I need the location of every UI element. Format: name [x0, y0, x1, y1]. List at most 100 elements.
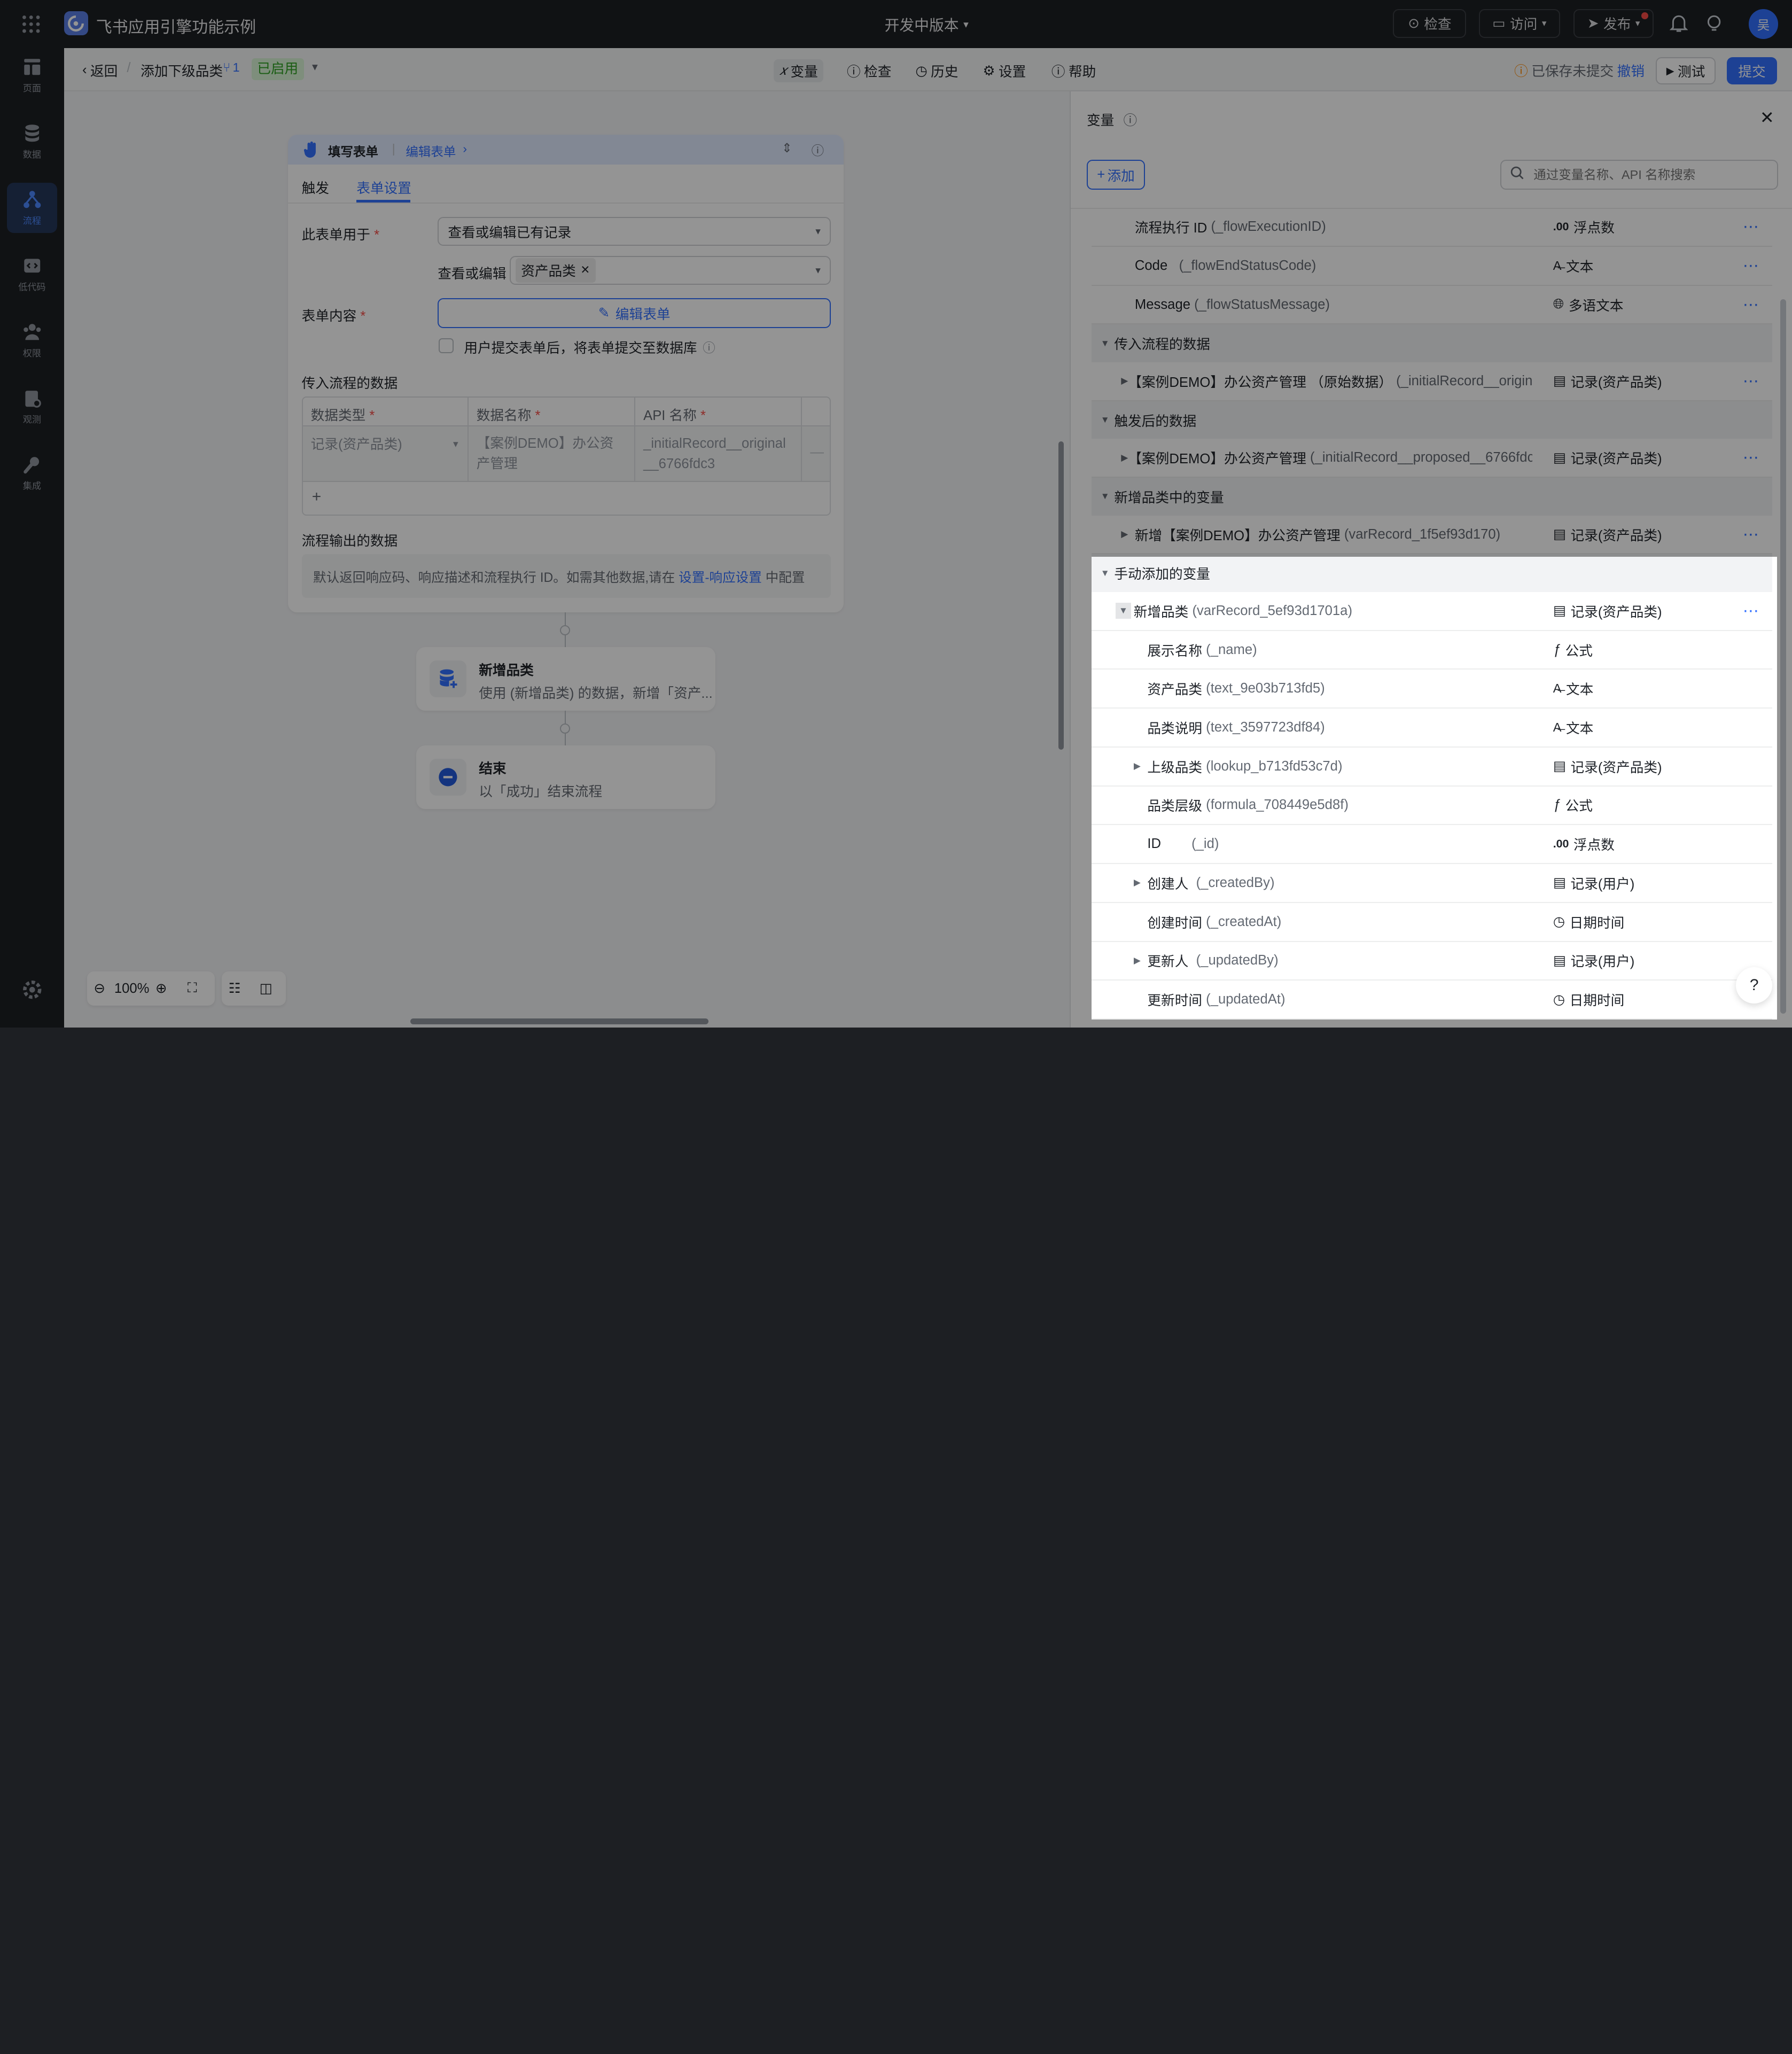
variable-child-row[interactable]: 更新时间 (_updatedAt) ◷ 日期时间	[1091, 981, 1773, 1020]
monitor-icon: ▭	[1492, 15, 1506, 31]
help-circle-icon[interactable]: ⓘ	[812, 141, 824, 159]
more-icon[interactable]: ⋯	[1743, 602, 1760, 620]
tab-form-settings[interactable]: 表单设置	[356, 177, 411, 197]
close-icon[interactable]: ✕	[580, 263, 590, 277]
float-icon: .00	[1553, 220, 1569, 234]
version-badge[interactable]: ⑂ 1	[223, 60, 239, 75]
variable-row[interactable]: ▶ 【案例DEMO】办公资产管理 （原始数据） (_initialRecord__…	[1091, 362, 1773, 401]
variable-child-row[interactable]: 品类说明 (text_3597723df84) A̶ 文本	[1091, 709, 1773, 748]
visit-button[interactable]: ▭ 访问 ▾	[1478, 9, 1560, 38]
variable-search[interactable]	[1500, 160, 1779, 190]
add-row-button[interactable]: +	[312, 488, 321, 506]
more-icon[interactable]: ⋯	[1743, 256, 1760, 275]
text-type-icon: A̶	[1553, 681, 1562, 696]
add-variable-button[interactable]: + 添加	[1087, 160, 1146, 190]
tool-history[interactable]: ◷ 历史	[915, 59, 958, 82]
variable-row[interactable]: 流程执行 ID (_flowExecutionID) .00 浮点数 ⋯	[1091, 208, 1773, 247]
more-icon[interactable]: ⋯	[1743, 217, 1760, 236]
more-icon[interactable]: ⋯	[1743, 372, 1760, 391]
connector-dot[interactable]	[560, 625, 571, 636]
zoom-in-icon[interactable]: ⊕	[155, 981, 167, 997]
warning-circle-icon: ⓘ	[1514, 64, 1528, 80]
variable-row[interactable]: ▼ 新增品类 (varRecord_5ef93d1701a) ▤ 记录(资产品类) …	[1091, 592, 1773, 631]
floating-help-button[interactable]: ?	[1735, 967, 1773, 1004]
test-button[interactable]: ▶ 测试	[1656, 57, 1716, 85]
tool-help[interactable]: ⓘ 帮助	[1051, 59, 1096, 82]
group-trigger-data[interactable]: ▼ 触发后的数据	[1091, 401, 1773, 439]
variable-row[interactable]: ▶ 新增【案例DEMO】办公资产管理 (varRecord_1f5ef93d170…	[1091, 516, 1773, 555]
more-icon[interactable]: ⋯	[1743, 295, 1760, 314]
flow-toolbar: ‹ 返回 / 添加下级品类 ⑂ 1 已启用 ▾ 𝑥 变量 ⓘ 检查 ◷ 历史 ⚙ 设置 ⓘ 帮…	[64, 48, 1792, 92]
submit-button[interactable]: 提交	[1727, 57, 1778, 85]
variable-child-row[interactable]: ▶ 更新人 (_updatedBy) ▤ 记录(用户)	[1091, 942, 1773, 981]
close-icon[interactable]: ✕	[1760, 107, 1774, 128]
publish-button[interactable]: ➤ 发布 ▾	[1573, 9, 1654, 38]
nav-item-monitor[interactable]: 观测	[7, 382, 57, 432]
nav-item-flow[interactable]: 流程	[6, 183, 57, 234]
auto-layout-icon[interactable]: ☷	[229, 981, 241, 997]
remove-row-icon[interactable]: —	[802, 426, 830, 483]
zoom-out-icon[interactable]: ⊖	[94, 981, 105, 997]
edit-form-link[interactable]: 编辑表单 ›	[406, 142, 467, 160]
flow-canvas[interactable]: 填写表单 | 编辑表单 › ⇕ ⓘ 触发 表单设置 此表单用于 * 查看或编辑已有…	[64, 91, 1070, 1028]
variable-row[interactable]: Code (_flowEndStatusCode) A̶ 文本 ⋯	[1091, 247, 1773, 286]
edit-form-button[interactable]: ✎ 编辑表单	[438, 298, 831, 328]
node-create-category[interactable]: 新增品类 使用 (新增品类) 的数据，新增「资产...	[416, 647, 715, 711]
tab-trigger[interactable]: 触发	[302, 177, 329, 197]
status-badge: 已启用	[251, 58, 304, 80]
search-input[interactable]	[1533, 167, 1763, 182]
caret-down-icon[interactable]: ▼	[1115, 603, 1132, 619]
undo-button[interactable]: 撤销	[1617, 60, 1645, 80]
variable-child-row[interactable]: 品类层级 (formula_708449e5d8f) ƒ 公式	[1091, 787, 1773, 826]
variable-child-row[interactable]: ID (_id) .00 浮点数	[1091, 825, 1773, 865]
variable-row[interactable]: ▶ 【案例DEMO】办公资产管理 (_initialRecord__propose…	[1091, 439, 1773, 478]
nav-item-pages[interactable]: 页面	[7, 50, 57, 100]
more-icon[interactable]: ⋯	[1743, 525, 1760, 544]
group-manual-vars[interactable]: ▼ 手动添加的变量	[1091, 554, 1773, 592]
avatar[interactable]: 吴	[1748, 9, 1779, 39]
app-grid-icon[interactable]	[21, 14, 42, 38]
variable-child-row[interactable]: 创建时间 (_createdAt) ◷ 日期时间	[1091, 903, 1773, 942]
minimap-icon[interactable]: ◫	[260, 981, 272, 997]
vertical-scrollbar[interactable]	[1058, 441, 1064, 750]
nav-item-lowcode[interactable]: 低代码	[7, 249, 57, 299]
horizontal-scrollbar[interactable]	[410, 1018, 709, 1024]
object-select[interactable]: 资产品类 ✕ ▾	[509, 256, 831, 285]
variable-child-row[interactable]: 资产品类 (text_9e03b713fd5) A̶ 文本	[1091, 670, 1773, 709]
more-icon[interactable]: ⋯	[1743, 448, 1760, 467]
purpose-select[interactable]: 查看或编辑已有记录 ▾	[438, 217, 831, 246]
variable-child-row[interactable]: ▶ 上级品类 (lookup_b713fd53c7d) ▤ 记录(资产品类)	[1091, 748, 1773, 787]
back-button[interactable]: ‹ 返回	[82, 60, 118, 80]
help-bulb-icon[interactable]	[1705, 14, 1723, 37]
help-circle-icon[interactable]: ⓘ	[1123, 110, 1137, 129]
zoom-level[interactable]: 100%	[114, 981, 150, 997]
submit-to-db-checkbox[interactable]	[439, 338, 454, 353]
group-new-category-vars[interactable]: ▼ 新增品类中的变量	[1091, 478, 1773, 516]
response-settings-link[interactable]: 设置-响应设置	[679, 571, 762, 585]
bell-icon[interactable]	[1669, 14, 1688, 37]
app-logo-icon	[64, 11, 88, 36]
variable-child-row[interactable]: ▶ 创建人 (_createdBy) ▤ 记录(用户)	[1091, 864, 1773, 903]
chevron-down-icon[interactable]: ▾	[312, 60, 318, 74]
nav-item-permission[interactable]: 权限	[7, 315, 57, 365]
group-input-data[interactable]: ▼ 传入流程的数据	[1091, 324, 1773, 363]
nav-item-data[interactable]: 数据	[7, 116, 57, 167]
hand-icon	[303, 141, 319, 162]
node-end[interactable]: 结束 以「成功」结束流程	[416, 745, 715, 810]
variable-child-row[interactable]: 展示名称 (_name) ƒ 公式	[1091, 631, 1773, 670]
record-icon: ▤	[1553, 603, 1566, 619]
tool-check[interactable]: ⓘ 检查	[847, 59, 891, 82]
variable-row[interactable]: Message (_flowStatusMessage) 🌐︎ 多语文本 ⋯	[1091, 286, 1773, 325]
nav-item-integration[interactable]: 集成	[7, 448, 57, 498]
version-dropdown[interactable]: 开发中版本 ▾	[885, 14, 969, 35]
connector-dot[interactable]	[560, 723, 571, 734]
tool-settings[interactable]: ⚙ 设置	[983, 59, 1026, 82]
settings-gear-icon[interactable]	[22, 979, 43, 1004]
left-nav: 页面 数据 流程 低代码 权限 观测 集成	[0, 48, 64, 1028]
tool-variables[interactable]: 𝑥 变量	[774, 59, 824, 82]
fit-screen-icon[interactable]: ⛶	[188, 981, 197, 997]
inspect-button[interactable]: ⊙ 检查	[1393, 9, 1467, 38]
collapse-icon[interactable]: ⇕	[782, 141, 792, 155]
form-card-title: 填写表单	[328, 145, 378, 159]
panel-scrollbar[interactable]	[1780, 299, 1787, 1014]
